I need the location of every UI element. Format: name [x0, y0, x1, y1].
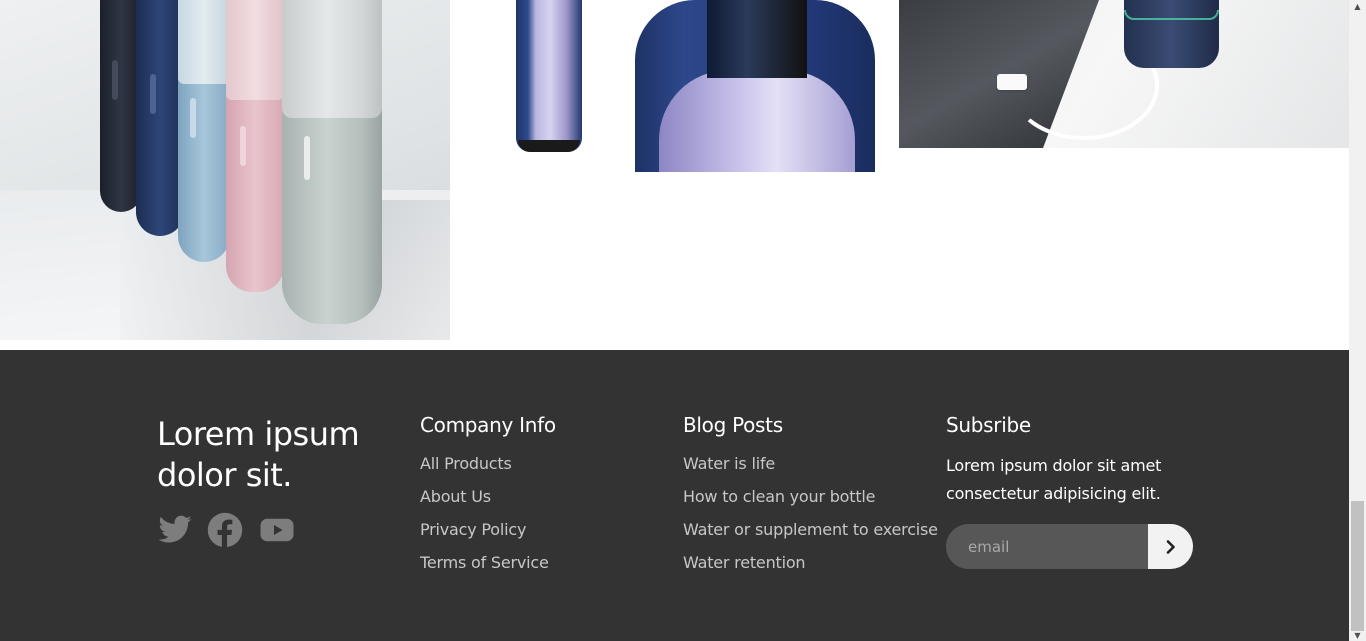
twitter-link[interactable]	[157, 512, 193, 548]
youtube-icon	[260, 518, 294, 542]
list-item: How to clean your bottle	[683, 487, 938, 520]
subscribe-description: Lorem ipsum dolor sit amet consectetur a…	[946, 456, 1162, 503]
list-item: Water is life	[683, 454, 938, 487]
email-input[interactable]	[946, 524, 1148, 569]
blog-post-link[interactable]: How to clean your bottle	[683, 487, 876, 506]
all-products-link[interactable]: All Products	[420, 454, 512, 473]
subscribe-title: Subsribe	[946, 413, 1031, 437]
page: Lorem ipsum dolor sit. Company Info All …	[0, 0, 1349, 641]
list-item: All Products	[420, 454, 549, 487]
vertical-scrollbar[interactable]: ▲ ▼	[1349, 0, 1366, 641]
colored-bottles-photo	[0, 0, 450, 340]
facebook-link[interactable]	[207, 512, 243, 548]
twitter-icon	[158, 515, 192, 543]
scrollbar-thumb[interactable]	[1351, 501, 1364, 631]
scroll-up-icon[interactable]: ▲	[1349, 0, 1366, 12]
company-info-title: Company Info	[420, 413, 556, 437]
list-item: About Us	[420, 487, 549, 520]
about-us-link[interactable]: About Us	[420, 487, 491, 506]
subscribe-submit-button[interactable]	[1148, 524, 1193, 569]
facebook-icon	[207, 512, 243, 548]
bottle-cutaway-photo	[496, 0, 876, 172]
chevron-right-icon	[1166, 539, 1175, 554]
subscribe-form	[946, 524, 1193, 569]
privacy-policy-link[interactable]: Privacy Policy	[420, 520, 526, 539]
blog-posts-title: Blog Posts	[683, 413, 783, 437]
blog-post-link[interactable]: Water retention	[683, 553, 806, 572]
youtube-link[interactable]	[257, 512, 297, 548]
product-gallery	[0, 0, 1349, 350]
list-item: Privacy Policy	[420, 520, 549, 553]
bottle-charger-photo	[899, 0, 1349, 148]
blog-post-link[interactable]: Water is life	[683, 454, 775, 473]
blog-post-link[interactable]: Water or supplement to exercise	[683, 520, 938, 539]
site-footer: Lorem ipsum dolor sit. Company Info All …	[0, 350, 1349, 641]
company-links: All Products About Us Privacy Policy Ter…	[420, 454, 549, 586]
list-item: Water or supplement to exercise	[683, 520, 938, 553]
list-item: Terms of Service	[420, 553, 549, 586]
blog-links: Water is life How to clean your bottle W…	[683, 454, 938, 586]
social-links	[157, 512, 297, 548]
footer-brand-title: Lorem ipsum dolor sit.	[157, 415, 360, 494]
list-item: Water retention	[683, 553, 938, 586]
scroll-down-icon[interactable]: ▼	[1349, 629, 1366, 641]
terms-of-service-link[interactable]: Terms of Service	[420, 553, 549, 572]
